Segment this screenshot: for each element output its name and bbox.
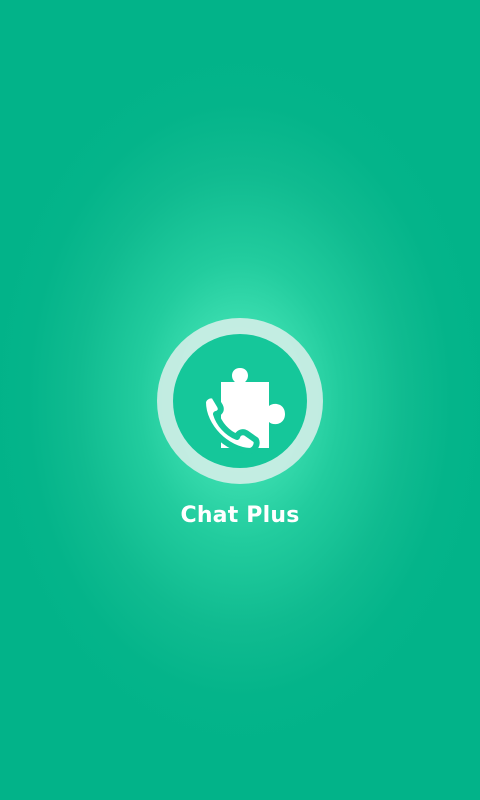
logo-core — [173, 334, 307, 468]
splash-screen: Chat Plus — [0, 0, 480, 800]
app-logo — [157, 318, 323, 484]
app-name: Chat Plus — [180, 503, 300, 528]
puzzle-phone-icon — [200, 368, 285, 454]
